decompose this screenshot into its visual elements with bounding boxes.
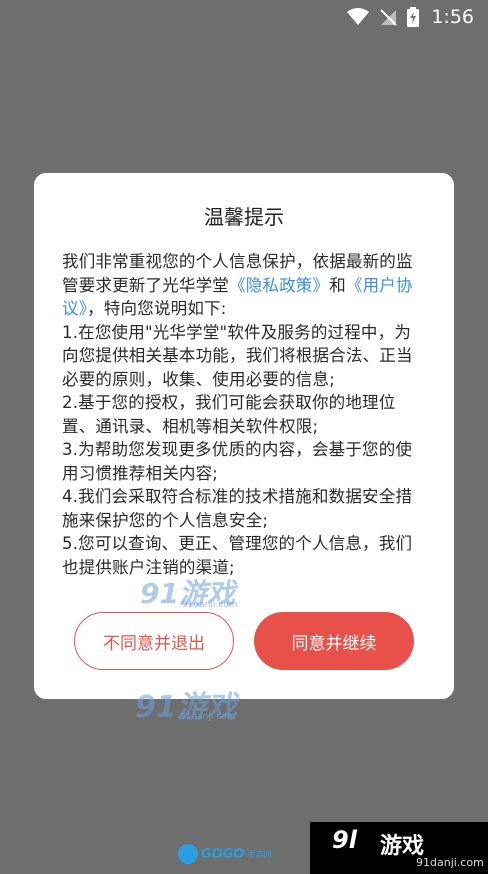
status-bar: 1:56	[0, 0, 488, 34]
gogo-circle-icon	[178, 844, 198, 864]
intro-paragraph: 我们非常重视您的个人信息保护，依据最新的监管要求更新了光华学堂《隐私政策》和《用…	[62, 250, 426, 321]
accept-continue-button[interactable]: 同意并继续	[254, 612, 414, 670]
dialog-body: 我们非常重视您的个人信息保护，依据最新的监管要求更新了光华学堂《隐私政策》和《用…	[62, 250, 426, 579]
dialog-buttons: 不同意并退出 同意并继续	[74, 612, 414, 670]
list-item: 1.在您使用"光华学堂"软件及服务的过程中，为向您提供相关基本功能，我们将根据合…	[62, 322, 413, 389]
decline-exit-button[interactable]: 不同意并退出	[74, 612, 234, 670]
gogo-text: GOGO	[201, 846, 245, 862]
gogo-logo: GOGO 手游网	[178, 843, 271, 865]
wifi-icon	[347, 8, 370, 26]
intro-post-text: ，特向您说明如下:	[87, 299, 227, 318]
list-item: 3.为帮助您发现更多优质的内容，会基于您的使用习惯推荐相关内容;	[62, 440, 413, 483]
battery-charging-icon	[407, 7, 420, 27]
intro-and-text: 和	[329, 275, 346, 295]
watermark-url: 91danji.com	[182, 600, 238, 610]
brand-url: 91danji.com	[416, 856, 484, 869]
privacy-dialog: 温馨提示 我们非常重视您的个人信息保护，依据最新的监管要求更新了光华学堂《隐私政…	[34, 173, 454, 699]
brand-banner: 9l 游戏 91danji.com	[310, 822, 488, 874]
watermark-url: 91danji.com	[180, 712, 236, 722]
gogo-sub: 手游网	[247, 849, 272, 859]
list-item: 2.基于您的授权，我们可能会获取你的地理位置、通讯录、相机等相关软件权限;	[62, 393, 396, 436]
list-item: 5.您可以查询、更正、管理您的个人信息，我们也提供账户注销的渠道;	[62, 534, 413, 577]
privacy-policy-link[interactable]: 《隐私政策》	[229, 276, 329, 295]
dialog-title: 温馨提示	[204, 205, 284, 229]
brand-number: 9l	[332, 826, 357, 854]
list-item: 4.我们会采取符合标准的技术措施和数据安全措施来保护您的个人信息安全;	[62, 487, 413, 530]
signal-off-icon	[379, 8, 398, 26]
status-time: 1:56	[431, 6, 474, 28]
